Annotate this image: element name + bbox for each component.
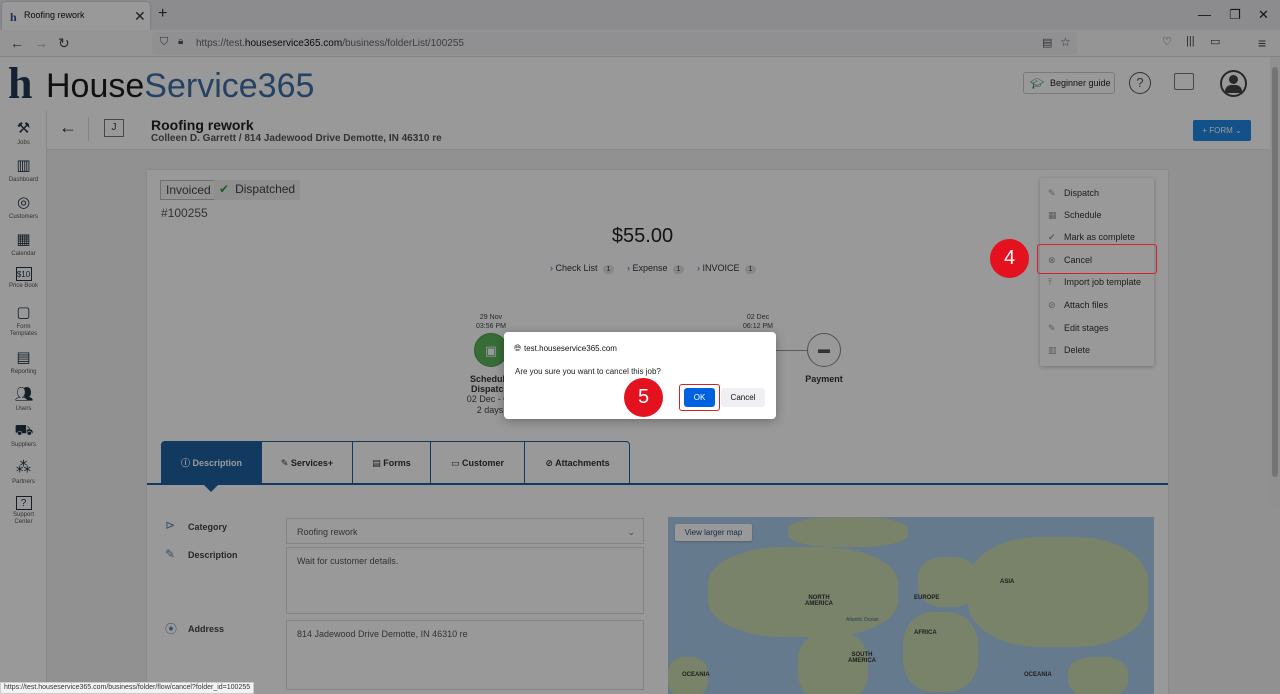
dialog-cancel-button[interactable]: Cancel — [721, 388, 765, 407]
annotation-highlight-cancel — [1037, 244, 1157, 274]
dialog-message: Are you sure you want to cancel this job… — [515, 367, 661, 376]
status-url: https://test.houseservice365.com/busines… — [0, 682, 255, 694]
annotation-step-4: 4 — [990, 239, 1029, 278]
globe-icon: 🌐︎ — [514, 343, 522, 353]
annotation-highlight-ok — [679, 384, 720, 411]
dialog-host: test.houseservice365.com — [524, 344, 617, 353]
annotation-step-5: 5 — [624, 378, 663, 417]
